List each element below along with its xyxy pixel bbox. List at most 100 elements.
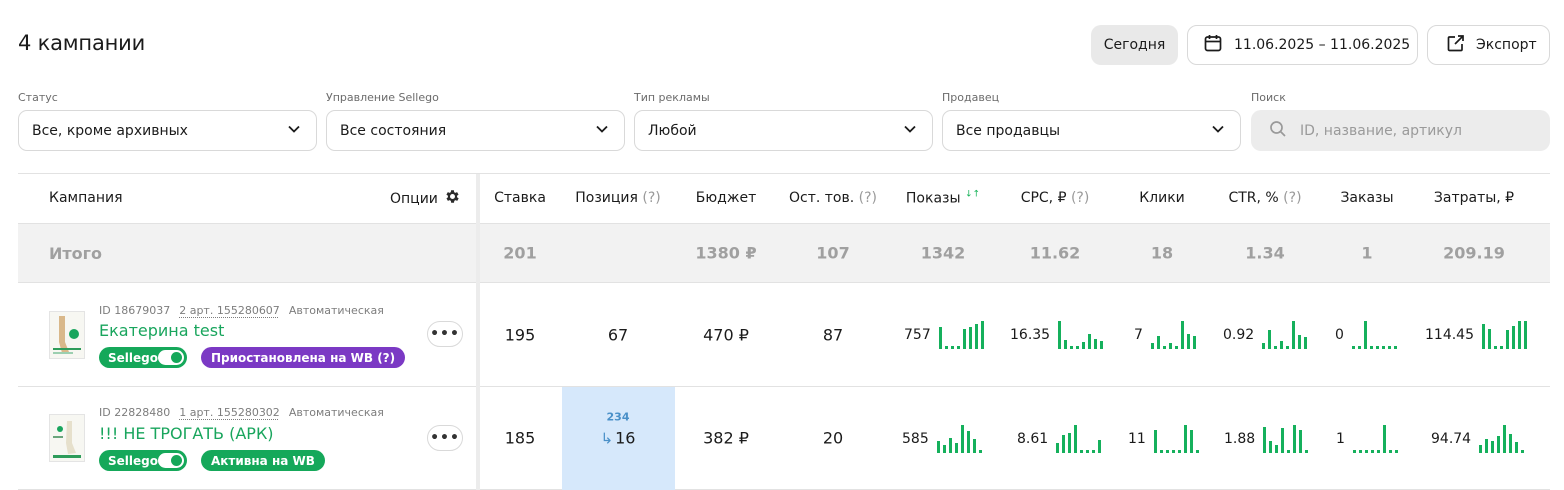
status-badge[interactable]: Приостановлена на WB (?) xyxy=(201,347,406,368)
row-budget[interactable]: 382 ₽ xyxy=(703,429,749,448)
help-icon[interactable]: (?) xyxy=(642,190,660,206)
options-label: Опции xyxy=(390,190,438,207)
total-budget: 1380 ₽ xyxy=(695,243,757,263)
campaign-name-link[interactable]: !!! НЕ ТРОГАТЬ (АРК) xyxy=(99,424,274,443)
impressions-sparkline: 757 xyxy=(904,321,985,349)
spend-sparkline: 94.74 xyxy=(1431,425,1525,453)
today-button[interactable]: Сегодня xyxy=(1091,25,1178,65)
row-stock: 20 xyxy=(822,428,844,448)
column-header-position[interactable]: Позиция (?) xyxy=(575,190,661,206)
toggle-knob xyxy=(158,453,184,468)
seller-select[interactable]: Все продавцы xyxy=(942,110,1241,151)
more-icon: ••• xyxy=(430,430,460,446)
total-impressions: 1342 xyxy=(920,243,966,263)
ad-type-select[interactable]: Любой xyxy=(634,110,933,151)
search-input[interactable] xyxy=(1300,122,1530,139)
sellego-toggle[interactable]: Sellego xyxy=(99,450,187,471)
seller-filter-label: Продавец xyxy=(942,91,1000,104)
gear-icon xyxy=(444,188,461,209)
campaign-articles-link[interactable]: 1 арт. 155280302 xyxy=(179,406,280,419)
cpc-sparkline: 16.35 xyxy=(1010,321,1104,349)
status-select-value: Все, кроме архивных xyxy=(32,122,188,139)
row-cpc: 16.35 xyxy=(1010,327,1051,343)
row-bid[interactable]: 195 xyxy=(505,326,536,345)
row-border xyxy=(18,386,1550,387)
search-box[interactable] xyxy=(1251,110,1550,151)
campaign-name-link[interactable]: Екатерина test xyxy=(99,321,224,340)
campaign-id: ID 22828480 xyxy=(99,406,171,419)
status-select[interactable]: Все, кроме архивных xyxy=(18,110,317,151)
row-position: ↳ 16 xyxy=(601,429,636,448)
impressions-sparkline: 585 xyxy=(902,425,983,453)
clicks-sparkline: 11 xyxy=(1128,425,1200,453)
row-ctr: 0.92 xyxy=(1223,327,1255,343)
more-icon: ••• xyxy=(430,326,460,342)
product-thumbnail[interactable] xyxy=(49,311,85,359)
campaign-articles-link[interactable]: 2 арт. 155280607 xyxy=(179,304,280,317)
row-impressions: 585 xyxy=(902,431,929,447)
row-clicks: 7 xyxy=(1134,327,1143,343)
spend-sparkline: 114.45 xyxy=(1425,321,1528,349)
help-icon[interactable]: (?) xyxy=(1071,190,1089,206)
help-icon[interactable]: (?) xyxy=(859,190,877,206)
more-button[interactable]: ••• xyxy=(427,321,463,347)
column-header-stock[interactable]: Ост. тов. (?) xyxy=(789,190,877,206)
date-range-button[interactable]: 11.06.2025 – 11.06.2025 xyxy=(1187,25,1418,65)
ctr-sparkline: 1.88 xyxy=(1224,425,1309,453)
column-separator xyxy=(476,174,480,490)
row-spend: 114.45 xyxy=(1425,327,1474,343)
campaign-id: ID 18679037 xyxy=(99,304,171,317)
row-position-value: 16 xyxy=(615,428,636,448)
page-title: 4 кампании xyxy=(18,31,146,55)
row-ctr: 1.88 xyxy=(1224,431,1256,447)
search-icon xyxy=(1269,120,1287,142)
column-header-budget[interactable]: Бюджет xyxy=(696,190,756,206)
column-header-spend[interactable]: Затраты, ₽ xyxy=(1434,190,1514,206)
chevron-down-icon xyxy=(286,121,302,141)
help-icon[interactable]: (?) xyxy=(1283,190,1301,206)
table-top-border xyxy=(18,173,1550,174)
export-label: Экспорт xyxy=(1476,37,1537,53)
product-thumbnail[interactable] xyxy=(49,414,85,462)
sellego-toggle[interactable]: Sellego xyxy=(99,347,187,368)
search-filter-label: Поиск xyxy=(1251,91,1286,104)
column-header-impressions[interactable]: Показы ↓↑ xyxy=(906,190,980,207)
total-cpc: 11.62 xyxy=(1029,243,1081,263)
sellego-select[interactable]: Все состояния xyxy=(326,110,625,151)
column-header-orders[interactable]: Заказы xyxy=(1340,190,1393,206)
ad-type-filter-label: Тип рекламы xyxy=(634,91,710,104)
header-border xyxy=(18,223,1550,224)
column-header-clicks[interactable]: Клики xyxy=(1139,190,1185,206)
clicks-sparkline: 7 xyxy=(1134,321,1197,349)
more-button[interactable]: ••• xyxy=(427,425,463,451)
total-ctr: 1.34 xyxy=(1245,243,1285,263)
column-header-campaign[interactable]: Кампания xyxy=(49,190,123,206)
orders-sparkline: 0 xyxy=(1335,321,1398,349)
campaign-meta: ID 18679037 2 арт. 155280607 Автоматичес… xyxy=(99,304,384,317)
sort-icon[interactable]: ↓↑ xyxy=(965,190,980,200)
totals-label: Итого xyxy=(49,244,103,263)
totals-row xyxy=(18,224,1550,282)
row-stock: 87 xyxy=(822,325,844,345)
calendar-icon xyxy=(1203,33,1223,57)
column-header-bid[interactable]: Ставка xyxy=(494,190,546,206)
toggle-knob xyxy=(158,350,184,365)
campaign-type: Автоматическая xyxy=(288,304,384,317)
ad-type-select-value: Любой xyxy=(648,122,697,139)
row-bid[interactable]: 185 xyxy=(505,429,536,448)
column-header-ctr[interactable]: CTR, % (?) xyxy=(1228,190,1301,206)
export-icon xyxy=(1446,33,1466,57)
seller-select-value: Все продавцы xyxy=(956,122,1061,139)
cpc-sparkline: 8.61 xyxy=(1017,425,1102,453)
sellego-select-value: Все состояния xyxy=(340,122,447,139)
export-button[interactable]: Экспорт xyxy=(1427,25,1550,65)
total-orders: 1 xyxy=(1361,243,1373,263)
status-badge[interactable]: Активна на WB xyxy=(201,450,325,471)
row-budget[interactable]: 470 ₽ xyxy=(703,326,749,345)
column-header-cpc[interactable]: CPC, ₽ (?) xyxy=(1021,190,1090,206)
sellego-toggle-label: Sellego xyxy=(108,350,158,365)
total-stock: 107 xyxy=(816,243,850,263)
orders-sparkline: 1 xyxy=(1336,425,1399,453)
today-button-label: Сегодня xyxy=(1103,37,1166,53)
options-button[interactable]: Опции xyxy=(390,188,461,209)
